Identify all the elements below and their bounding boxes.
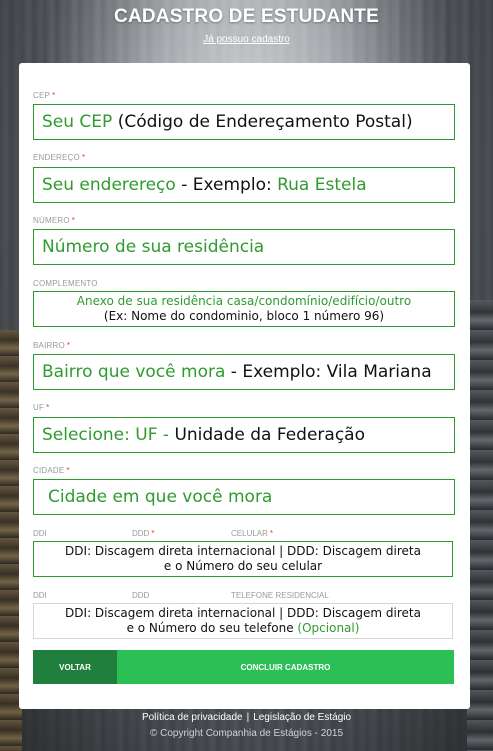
telefone-input[interactable]: DDI: Discagem direta internacional | DDD… (33, 603, 453, 639)
bairro-label-text: BAIRRO (33, 341, 65, 350)
endereco-placeholder-main: Seu enderereço (42, 175, 176, 195)
required-mark: * (269, 529, 274, 538)
endereco-label-text: ENDEREÇO (33, 153, 80, 162)
celular-placeholder-line1: DDI: Discagem direta internacional | DDD… (65, 544, 421, 558)
uf-select[interactable]: Selecione: UF - Unidade da Federação (33, 417, 455, 453)
numero-label: NÚMERO * (33, 216, 75, 225)
telefone-optional-hint: (Opcional) (297, 621, 360, 635)
cep-placeholder-main: Seu CEP (42, 112, 113, 132)
uf-placeholder-desc: Unidade da Federação (174, 425, 365, 445)
cep-label: CEP * (33, 91, 55, 100)
required-mark: * (66, 466, 70, 475)
copyright-text: © Copyright Companhia de Estágios - 2015 (149, 728, 344, 739)
celular-placeholder-line2: e o Número do seu celular (163, 559, 323, 573)
endereco-label: ENDEREÇO * (33, 153, 85, 162)
celular-number-label-text: CELULAR (231, 529, 268, 538)
footer-links: Política de privacidade | Legislação de Es… (0, 712, 493, 723)
telefone-placeholder-line2-text: e o Número do seu telefone (126, 621, 294, 635)
internship-legislation-link[interactable]: Legislação de Estágio (253, 712, 351, 723)
cidade-label: CIDADE * (33, 466, 70, 475)
numero-label-text: NÚMERO (33, 216, 70, 225)
cep-placeholder-desc: (Código de Endereçamento Postal) (117, 112, 413, 132)
privacy-policy-link[interactable]: Política de privacidade (142, 712, 243, 723)
required-mark: * (46, 403, 50, 412)
endereco-placeholder-value: Rua Estela (277, 175, 367, 195)
required-mark: * (151, 529, 155, 538)
finish-registration-button[interactable]: CONCLUIR CADASTRO (117, 650, 454, 684)
required-mark: * (52, 91, 56, 100)
telefone-ddi-label: DDI (33, 591, 47, 600)
required-mark: * (66, 341, 71, 350)
telefone-placeholder-line1: DDI: Discagem direta internacional | DDD… (65, 606, 421, 620)
complemento-label-text: COMPLEMENTO (33, 279, 98, 288)
complemento-placeholder-line1: Anexo de sua residência casa/condomínio/… (76, 294, 412, 308)
telefone-number-label: TELEFONE RESIDENCIAL (231, 591, 329, 600)
bairro-input[interactable]: Bairro que você mora - Exemplo: Vila Mar… (33, 354, 455, 390)
endereco-input[interactable]: Seu enderereço - Exemplo: Rua Estela (33, 167, 455, 203)
celular-ddd-label: DDD * (132, 529, 154, 538)
form-actions: VOLTAR CONCLUIR CADASTRO (33, 650, 454, 684)
cep-input[interactable]: Seu CEP (Código de Endereçamento Postal) (33, 104, 455, 140)
celular-number-label: CELULAR * (231, 529, 273, 538)
already-registered-container: Já possuo cadastro (0, 34, 493, 45)
required-mark: * (81, 153, 86, 162)
bairro-placeholder-example: - Exemplo: Vila Mariana (230, 362, 432, 382)
footer-separator: | (246, 712, 250, 723)
required-mark: * (71, 216, 76, 225)
already-registered-link[interactable]: Já possuo cadastro (203, 34, 290, 45)
cidade-input[interactable]: Cidade em que você mora (33, 479, 455, 515)
endereco-placeholder-example: - Exemplo: (181, 175, 272, 195)
cidade-label-text: CIDADE (33, 466, 65, 475)
telefone-placeholder-line2: e o Número do seu telefone (Opcional) (34, 621, 452, 636)
page-title: CADASTRO DE ESTUDANTE (114, 6, 379, 27)
uf-label: UF * (33, 403, 49, 412)
telefone-ddd-label: DDD (132, 591, 150, 600)
registration-form-card: CEP * Seu CEP (Código de Endereçamento Po… (19, 63, 470, 709)
complemento-input[interactable]: Anexo de sua residência casa/condomínio/… (33, 291, 455, 327)
celular-ddi-label: DDI (33, 529, 47, 538)
bairro-placeholder-main: Bairro que você mora (42, 362, 226, 382)
uf-label-text: UF (33, 403, 45, 412)
cep-label-text: CEP (33, 91, 51, 100)
celular-ddd-label-text: DDD (132, 529, 150, 538)
numero-placeholder: Número de sua residência (42, 237, 265, 257)
bairro-label: BAIRRO * (33, 341, 70, 350)
uf-placeholder-main: Selecione: UF - (42, 425, 170, 445)
back-button[interactable]: VOLTAR (33, 650, 117, 684)
cidade-placeholder: Cidade em que você mora (48, 487, 273, 507)
numero-input[interactable]: Número de sua residência (33, 229, 455, 265)
complemento-placeholder-line2: (Ex: Nome do condominio, bloco 1 número … (103, 309, 385, 323)
celular-input[interactable]: DDI: Discagem direta internacional | DDD… (33, 541, 453, 577)
complemento-label: COMPLEMENTO (33, 279, 98, 288)
bookshelf-right-decoration (467, 300, 493, 751)
